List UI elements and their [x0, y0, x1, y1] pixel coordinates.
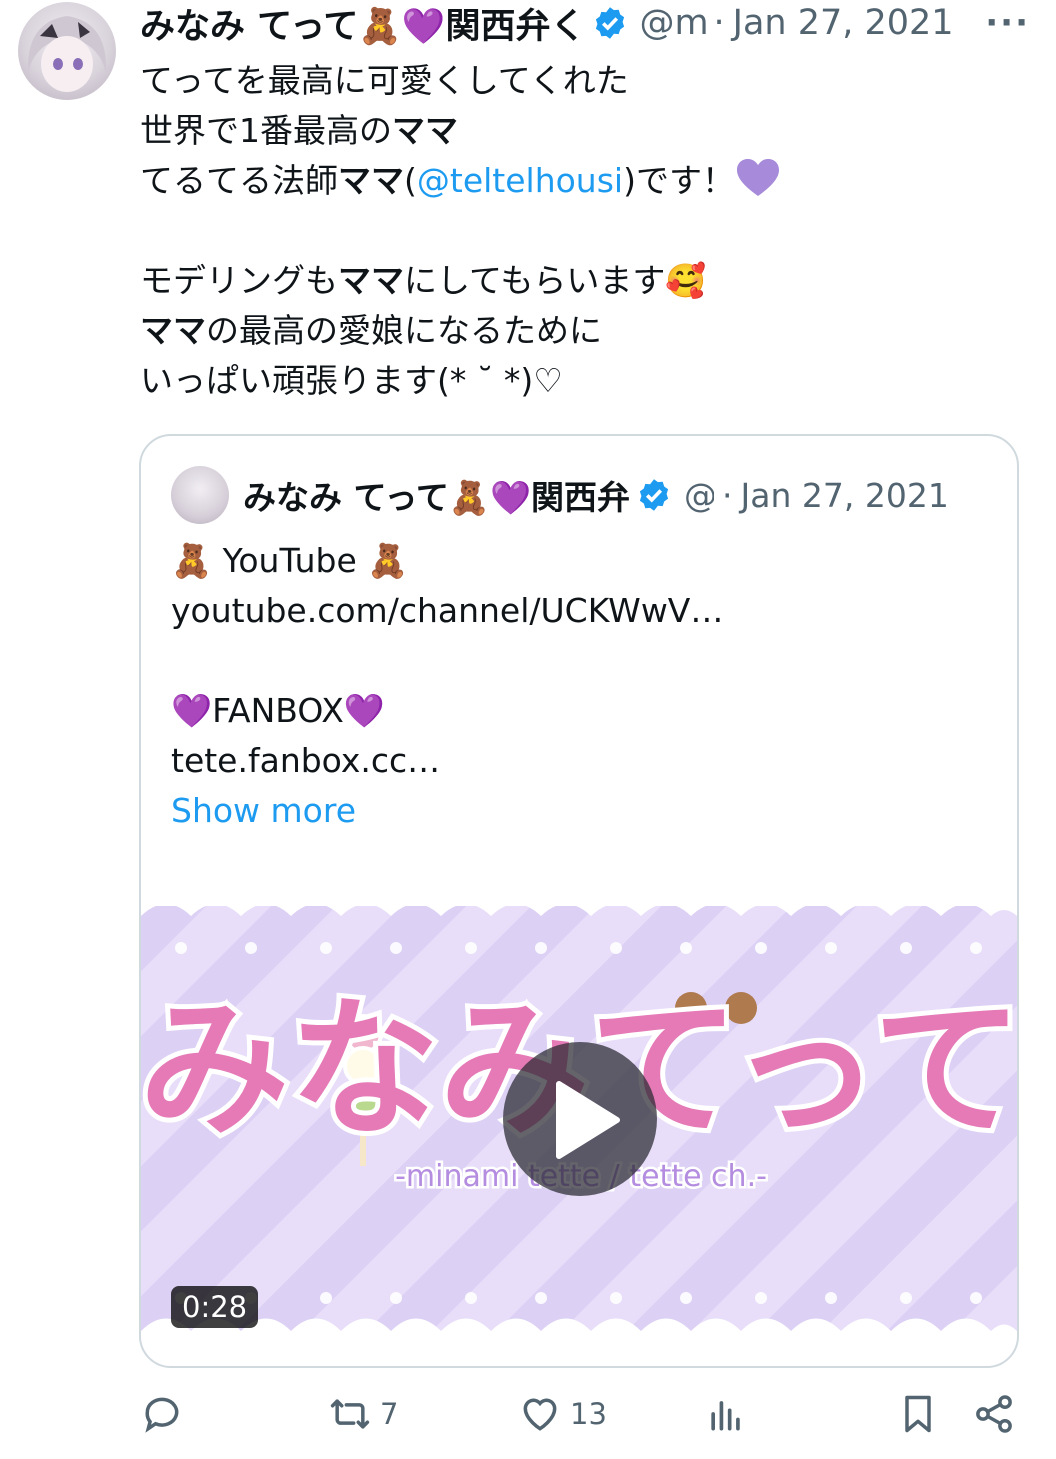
tweet-line-5b: ママ: [338, 261, 404, 300]
share-icon: [976, 1395, 1012, 1433]
tweet-line-2b: ママ: [392, 111, 458, 150]
show-more-link[interactable]: Show more: [171, 786, 991, 836]
tweet-line-6b: の最高の愛娘になるために: [206, 311, 602, 350]
play-button[interactable]: [503, 1042, 657, 1196]
quoted-blank-line: [171, 636, 991, 686]
reply-button[interactable]: [140, 1392, 192, 1436]
quoted-tweet-card[interactable]: みなみ てって🧸💜関西弁 @ · Jan 27, 2021 🧸 YouTube …: [139, 434, 1019, 1368]
reply-icon: [145, 1397, 179, 1433]
tweet-line-3a: てるてる法師: [140, 161, 338, 200]
tweet-text: てってを最高に可愛くしてくれた 世界で1番最高のママ てるてる法師ママ(@tel…: [140, 56, 1020, 406]
like-count: 13: [570, 1397, 607, 1431]
heart-icon: [523, 1398, 557, 1431]
play-icon: [556, 1081, 620, 1159]
mention-link[interactable]: @teltelhousi: [417, 161, 623, 200]
tweet-line-3b: ママ: [338, 161, 404, 200]
quoted-author-handle: @: [684, 475, 715, 515]
tweet-header: みなみ てって🧸💜関西弁く @m · Jan 27, 2021: [140, 0, 1040, 49]
author-handle[interactable]: @m: [640, 3, 706, 43]
youtube-link[interactable]: youtube.com/channel/UCKWwV…: [171, 586, 991, 636]
retweet-count: 7: [380, 1397, 399, 1431]
quoted-header-separator: ·: [722, 475, 733, 515]
fanbox-link[interactable]: tete.fanbox.cc…: [171, 736, 991, 786]
verified-badge-icon: [595, 7, 624, 39]
share-button[interactable]: [972, 1392, 1016, 1436]
like-button[interactable]: 13: [518, 1392, 607, 1436]
quoted-line-fanbox: 💜FANBOX💜: [171, 691, 385, 730]
bookmark-icon: [905, 1395, 931, 1433]
header-separator: ·: [713, 3, 725, 43]
tweet-date[interactable]: Jan 27, 2021: [733, 3, 954, 43]
purple-heart-icon: [736, 159, 779, 196]
quoted-tweet-header: みなみ てって🧸💜関西弁 @ · Jan 27, 2021: [243, 472, 1003, 518]
video-thumbnail[interactable]: みなみてって -minami tette / tette ch.- 0:28: [141, 906, 1017, 1366]
tweet-line-3d: )です！: [623, 161, 735, 200]
retweet-icon: [330, 1399, 370, 1429]
video-duration-badge: 0:28: [171, 1286, 259, 1328]
tweet-line-1: てってを最高に可愛くしてくれた: [140, 61, 629, 100]
quoted-tweet-date: Jan 27, 2021: [740, 475, 949, 515]
author-display-name[interactable]: みなみ てって🧸💜関西弁く: [140, 0, 586, 49]
quoted-author-avatar[interactable]: [171, 466, 229, 524]
retweet-button[interactable]: 7: [328, 1392, 398, 1436]
more-options-button[interactable]: ···: [985, 3, 1030, 43]
author-avatar[interactable]: [18, 2, 116, 100]
verified-badge-icon: [639, 479, 669, 511]
tweet-line-5a: モデリングも: [140, 261, 338, 300]
tweet-action-bar: 7 13: [140, 1392, 1020, 1452]
tweet-line-2a: 世界で1番最高の: [140, 111, 392, 150]
tweet-line-3c: (: [404, 161, 417, 200]
quoted-line-youtube: 🧸 YouTube 🧸: [171, 541, 409, 580]
quoted-author-display-name: みなみ てって🧸💜関西弁: [243, 478, 631, 517]
tweet-line-6a: ママ: [140, 311, 206, 350]
views-button[interactable]: [704, 1392, 756, 1436]
quoted-tweet-text: 🧸 YouTube 🧸 youtube.com/channel/UCKWwV… …: [171, 536, 991, 836]
tweet-line-7: いっぱい頑張ります(* ˘ *)♡: [140, 361, 563, 400]
bookmark-button[interactable]: [896, 1392, 940, 1436]
tweet-line-5c: にしてもらいます🥰: [404, 261, 707, 300]
views-icon: [711, 1401, 740, 1431]
